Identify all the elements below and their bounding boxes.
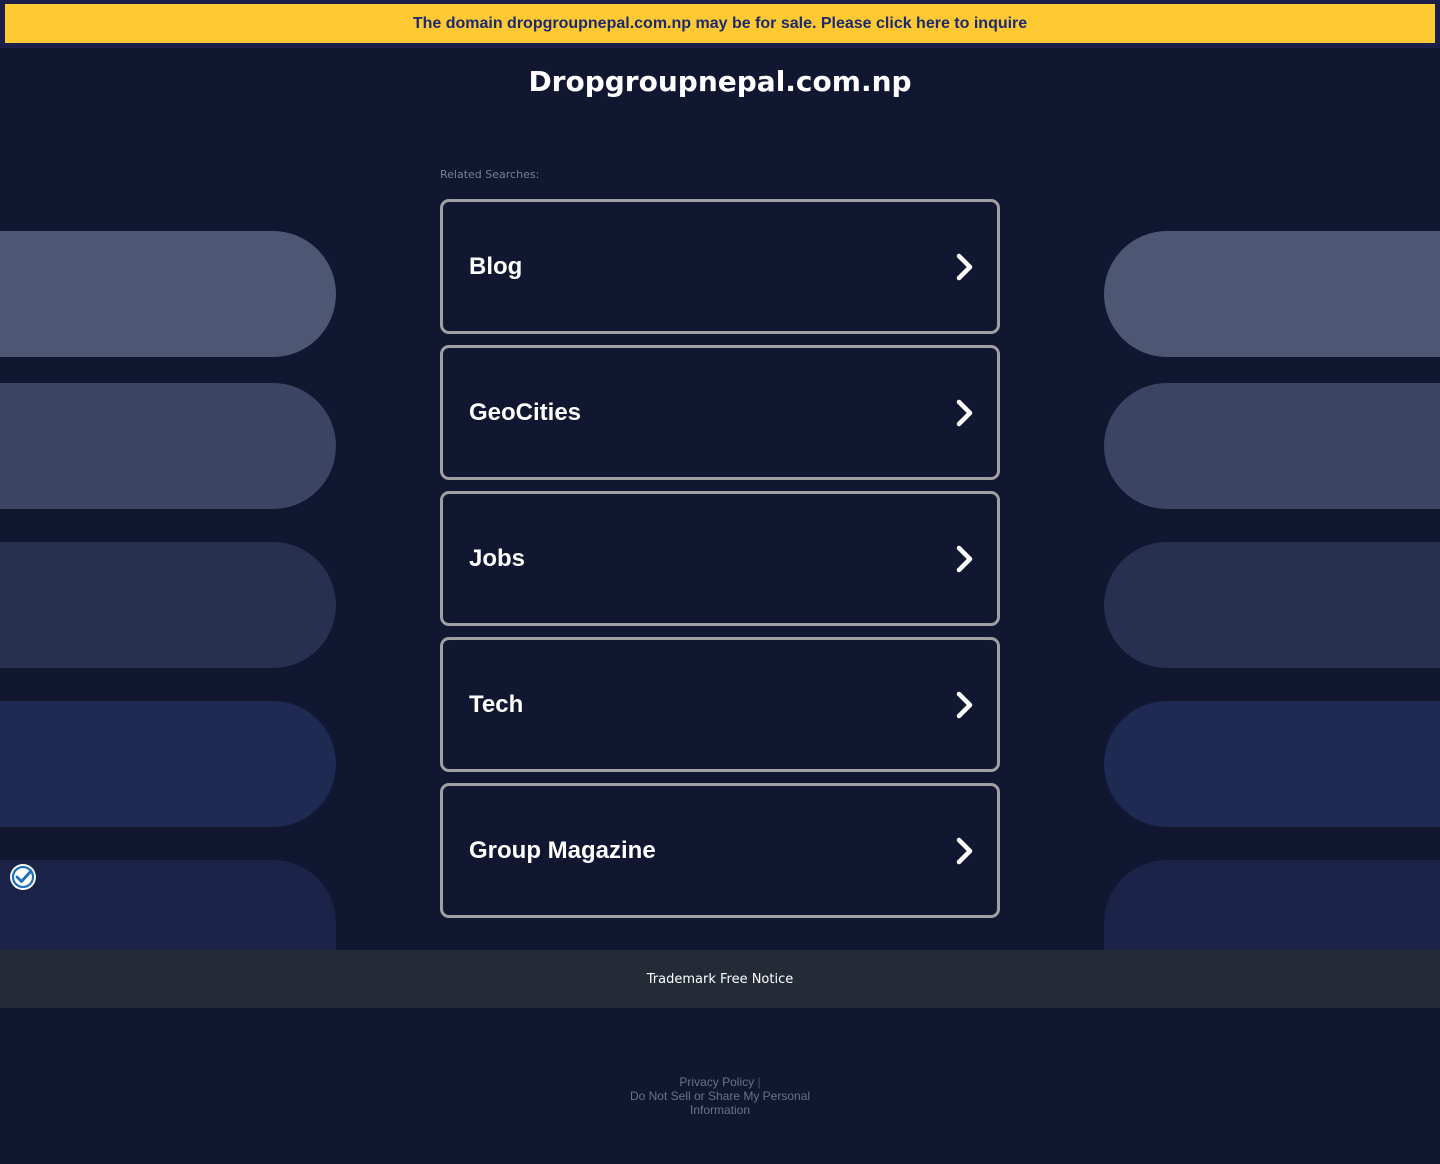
chevron-right-icon: [956, 253, 973, 281]
chevron-right-icon: [956, 691, 973, 719]
related-link-group-magazine[interactable]: Group Magazine: [440, 783, 1000, 918]
related-link-tech[interactable]: Tech: [440, 637, 1000, 772]
related-searches-label: Related Searches:: [440, 168, 540, 181]
decor-pill: [1104, 383, 1440, 509]
decor-pill: [1104, 860, 1440, 950]
site-title: Dropgroupnepal.com.np: [528, 65, 912, 98]
decor-pill: [1104, 542, 1440, 668]
decor-pill: [0, 701, 336, 827]
related-link-geocities[interactable]: GeoCities: [440, 345, 1000, 480]
related-link-label: Jobs: [469, 545, 526, 572]
trademark-notice-link[interactable]: Trademark Free Notice: [647, 972, 793, 987]
do-not-sell-link[interactable]: Do Not Sell or Share My Personal Informa…: [630, 1089, 810, 1117]
decor-pill: [0, 383, 336, 509]
decor-pill: [0, 542, 336, 668]
related-link-label: Tech: [469, 691, 524, 718]
footer-separator: |: [757, 1075, 761, 1089]
decor-pill: [1104, 231, 1440, 357]
related-link-jobs[interactable]: Jobs: [440, 491, 1000, 626]
related-link-blog[interactable]: Blog: [440, 199, 1000, 334]
decor-pill: [0, 860, 336, 950]
decor-pill: [1104, 701, 1440, 827]
banner-container: The domain dropgroupnepal.com.np may be …: [0, 0, 1440, 48]
related-link-label: Blog: [469, 253, 523, 280]
related-link-label: GeoCities: [469, 399, 582, 426]
domain-sale-banner[interactable]: The domain dropgroupnepal.com.np may be …: [5, 4, 1435, 43]
chevron-right-icon: [956, 545, 973, 573]
privacy-shield-check-icon[interactable]: [9, 863, 37, 891]
chevron-right-icon: [956, 399, 973, 427]
decor-pill: [0, 231, 336, 357]
privacy-policy-link[interactable]: Privacy Policy: [679, 1075, 754, 1089]
related-link-label: Group Magazine: [469, 837, 656, 864]
trademark-bar: Trademark Free Notice: [0, 950, 1440, 1008]
footer: Privacy Policy | Do Not Sell or Share My…: [620, 1075, 820, 1117]
chevron-right-icon: [956, 837, 973, 865]
